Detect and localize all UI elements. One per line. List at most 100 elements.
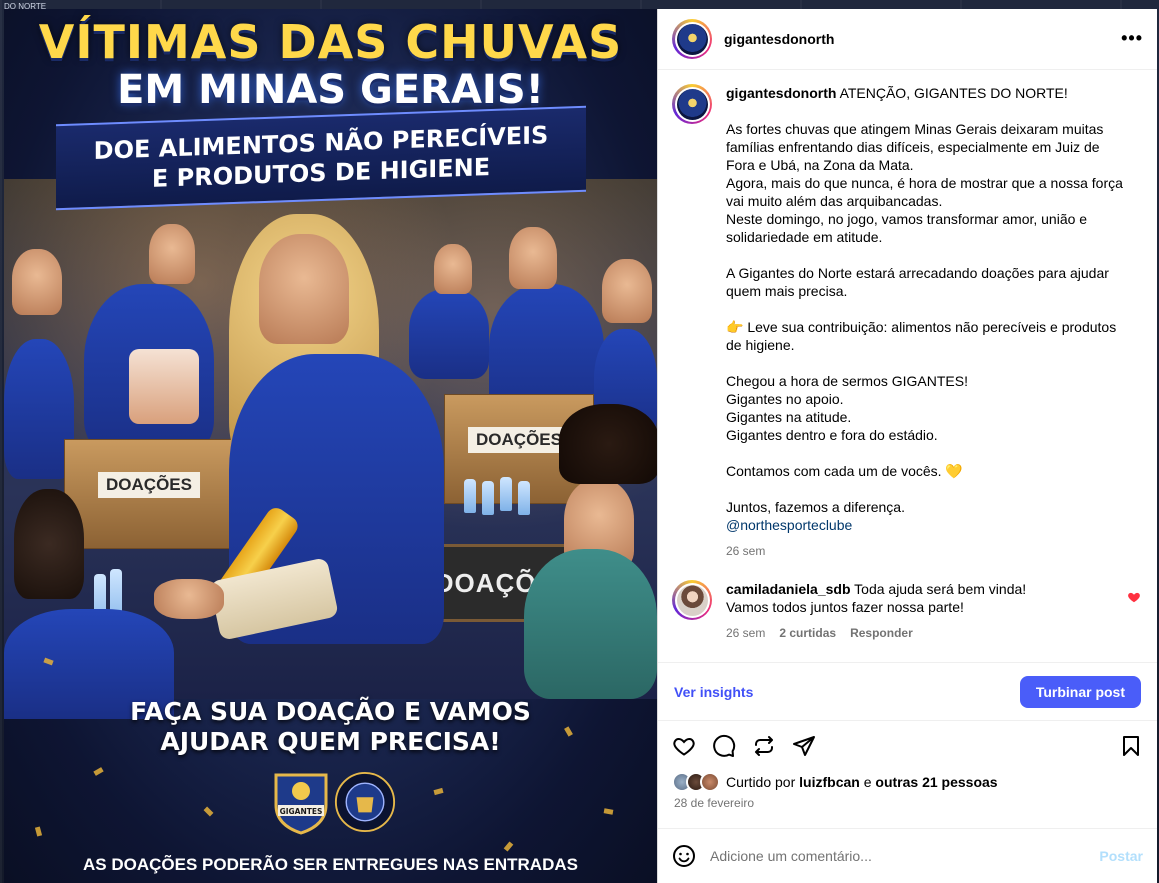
volunteer-face	[434, 244, 472, 294]
comment-liked-heart-icon[interactable]	[1127, 590, 1141, 604]
author-avatar[interactable]	[672, 19, 712, 59]
volunteer-face	[259, 234, 349, 344]
caption-line: Chegou a hora de sermos GIGANTES!	[726, 373, 968, 389]
commenter-avatar-image	[676, 584, 708, 616]
water-bottle	[482, 481, 494, 515]
confetti	[503, 841, 514, 852]
caption-line: 👉 Leve sua contribuição: alimentos não p…	[726, 319, 1117, 353]
comment-input[interactable]	[710, 848, 1100, 864]
comment-icon[interactable]	[712, 734, 736, 758]
caption-line: Agora, mais do que nunca, é hora de most…	[726, 175, 1123, 209]
post-header: gigantesdonorth •••	[658, 9, 1157, 70]
confetti	[93, 767, 104, 776]
receiving-hand	[154, 579, 224, 619]
comment-likes-count[interactable]: 2 curtidas	[779, 626, 836, 640]
comment-line: Vamos todos juntos fazer nossa parte!	[726, 599, 964, 615]
post-comment-button[interactable]: Postar	[1099, 848, 1143, 864]
volunteer-face	[149, 224, 195, 284]
caption-line: Juntos, fazemos a diferença.	[726, 499, 905, 515]
comment-line: Toda ajuda será bem vinda!	[854, 581, 1027, 597]
volunteer-figure	[409, 289, 489, 379]
donation-box-label: DOAÇÕES	[468, 427, 570, 454]
repost-icon[interactable]	[752, 734, 776, 758]
donation-box-label: DOAÇÕES	[98, 472, 200, 499]
post-date: 28 de fevereiro	[674, 796, 755, 810]
likes-text[interactable]: Curtido por luizfbcan e outras 21 pessoa…	[726, 774, 998, 790]
boost-post-button[interactable]: Turbinar post	[1019, 675, 1141, 708]
volunteer-face	[509, 227, 557, 289]
caption-line: ATENÇÃO, GIGANTES DO NORTE!	[839, 85, 1068, 101]
receiver-head	[14, 489, 84, 599]
comment-text: camiladaniela_sdb Toda ajuda será bem vi…	[726, 580, 1126, 642]
caption-line: Neste domingo, no jogo, vamos transforma…	[726, 211, 1088, 245]
food-bag	[129, 349, 199, 424]
commenter-avatar[interactable]	[672, 580, 712, 620]
likes-others[interactable]: outras 21 pessoas	[875, 774, 997, 790]
receiver-hair	[559, 404, 657, 484]
caption-username[interactable]: gigantesdonorth	[726, 85, 836, 101]
receiver-shirt	[524, 549, 657, 699]
comment-timestamp: 26 sem	[726, 626, 766, 640]
post-details-panel: gigantesdonorth ••• gigantesdonorth ATEN…	[657, 9, 1157, 883]
mention-link[interactable]: @northesporteclube	[726, 517, 852, 533]
emoji-icon[interactable]	[672, 844, 696, 868]
poster-cta-line1: FAÇA SUA DOAÇÃO E VAMOS	[130, 697, 531, 726]
bookmark-icon[interactable]	[1119, 734, 1143, 758]
add-comment-bar: Postar	[658, 828, 1157, 883]
comments-section[interactable]: gigantesdonorth ATENÇÃO, GIGANTES DO NOR…	[658, 70, 1157, 662]
crest-left-label: GIGANTES	[280, 807, 323, 816]
author-avatar-image	[676, 88, 708, 120]
comment: camiladaniela_sdb Toda ajuda será bem vi…	[672, 580, 1141, 642]
volunteer-face	[602, 259, 652, 323]
water-bottle	[464, 479, 476, 513]
share-icon[interactable]	[792, 734, 816, 758]
likes-connector: e	[863, 774, 872, 790]
poster-headline-line1: VÍTIMAS DAS CHUVAS	[38, 15, 623, 69]
reply-button[interactable]: Responder	[850, 626, 913, 640]
confetti	[603, 808, 614, 815]
comment-meta: 26 sem 2 curtidas Responder	[726, 624, 1126, 642]
caption-line: Gigantes no apoio.	[726, 391, 844, 407]
post-actions	[658, 720, 1157, 770]
water-bottle	[518, 481, 530, 515]
more-options-icon[interactable]: •••	[1121, 28, 1143, 49]
avatar-frame	[674, 86, 710, 122]
volunteer-face	[12, 249, 62, 315]
post-image[interactable]: DOAÇÕES DOAÇÕES DOAÇÕES VÍTIMAS DAS CHUV…	[4, 9, 657, 883]
gigantes-crest-logo: GIGANTES	[270, 769, 332, 835]
caption-author-avatar[interactable]	[672, 84, 712, 124]
poster-call-to-action: FAÇA SUA DOAÇÃO E VAMOS AJUDAR QUEM PREC…	[4, 697, 657, 757]
caption-line: Gigantes dentro e fora do estádio.	[726, 427, 938, 443]
avatar-frame	[674, 582, 710, 618]
like-heart-icon[interactable]	[672, 734, 696, 758]
commenter-username[interactable]: camiladaniela_sdb	[726, 581, 851, 597]
liker-avatar[interactable]	[700, 772, 720, 792]
avatar-frame	[674, 21, 710, 57]
insights-bar: Ver insights Turbinar post	[658, 662, 1157, 720]
caption-line: Contamos com cada um de vocês. 💛	[726, 463, 963, 479]
author-username[interactable]: gigantesdonorth	[724, 31, 834, 47]
liker-username[interactable]: luizfbcan	[799, 774, 860, 790]
donation-box: DOAÇÕES	[64, 439, 234, 549]
view-insights-link[interactable]: Ver insights	[674, 684, 753, 700]
confetti	[34, 826, 43, 837]
caption-timestamp: 26 sem	[726, 544, 766, 558]
post-modal: DOAÇÕES DOAÇÕES DOAÇÕES VÍTIMAS DAS CHUV…	[4, 9, 1157, 883]
likes-prefix: Curtido por	[726, 774, 796, 790]
caption: gigantesdonorth ATENÇÃO, GIGANTES DO NOR…	[672, 84, 1141, 560]
author-avatar-image	[676, 23, 708, 55]
likes-summary: Curtido por luizfbcan e outras 21 pessoa…	[658, 770, 1157, 794]
water-bottle	[500, 477, 512, 511]
confetti	[203, 806, 214, 817]
north-esporte-clube-logo	[334, 769, 396, 835]
caption-line: As fortes chuvas que atingem Minas Gerai…	[726, 121, 1104, 173]
caption-line: Gigantes na atitude.	[726, 409, 852, 425]
caption-text: gigantesdonorth ATENÇÃO, GIGANTES DO NOR…	[726, 84, 1126, 560]
caption-line: A Gigantes do Norte estará arrecadando d…	[726, 265, 1109, 299]
